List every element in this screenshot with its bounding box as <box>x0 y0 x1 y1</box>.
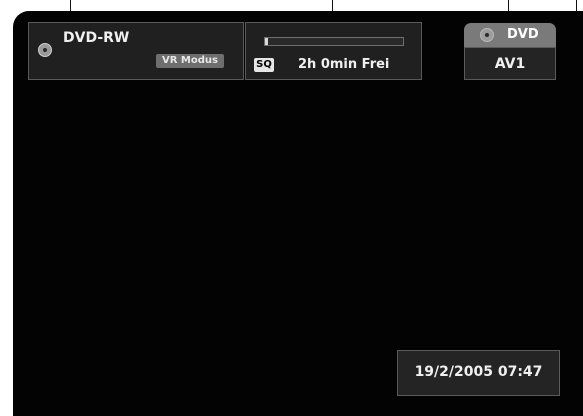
source-disc-icon <box>480 28 494 42</box>
mode-badge-label: VR Modus <box>162 55 218 66</box>
input-source-label: AV1 <box>494 56 526 72</box>
disc-icon <box>38 43 52 57</box>
remaining-time: 2h 0min Frei <box>298 57 390 72</box>
mode-badge: VR Modus <box>156 54 224 68</box>
source-tab-label: DVD <box>507 27 539 42</box>
disc-usage-fill <box>265 38 268 45</box>
quality-badge: SQ <box>254 58 274 72</box>
disc-type-label: DVD-RW <box>63 30 130 46</box>
input-source-panel: AV1 <box>464 47 556 80</box>
disc-usage-bar <box>264 37 404 46</box>
clock-panel: 19/2/2005 07:47 <box>397 350 560 396</box>
disc-space-panel: SQ 2h 0min Frei <box>245 22 422 80</box>
disc-status-panel: DVD-RW VR Modus <box>28 22 244 80</box>
quality-badge-label: SQ <box>256 59 272 70</box>
clock-datetime: 19/2/2005 07:47 <box>414 364 543 380</box>
source-tab: DVD <box>464 23 556 47</box>
